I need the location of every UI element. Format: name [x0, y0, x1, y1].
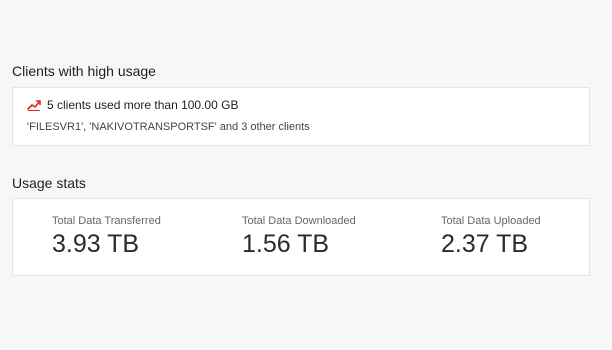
stat-total-downloaded: Total Data Downloaded 1.56 TB [242, 215, 356, 259]
stat-value: 2.37 TB [441, 230, 529, 258]
high-usage-title: Clients with high usage [12, 63, 156, 79]
stat-total-uploaded: Total Data Uploaded 2.37 TB [441, 215, 541, 259]
usage-stats-title: Usage stats [12, 175, 86, 191]
stat-label: Total Data Transferred [52, 215, 161, 227]
high-usage-alert[interactable]: 5 clients used more than 100.00 GB [27, 98, 238, 112]
stat-value: 1.56 TB [242, 230, 330, 258]
stat-label: Total Data Downloaded [242, 215, 356, 227]
high-usage-panel: 5 clients used more than 100.00 GB 'FILE… [12, 87, 590, 146]
stat-label: Total Data Uploaded [441, 215, 541, 227]
usage-stats-panel: Total Data Transferred 3.93 TB Total Dat… [12, 198, 590, 276]
stat-value: 3.93 TB [52, 230, 140, 258]
stat-total-transferred: Total Data Transferred 3.93 TB [52, 215, 161, 259]
high-usage-client-list: 'FILESVR1', 'NAKIVOTRANSPORTSF' and 3 ot… [27, 121, 310, 133]
trending-up-icon [27, 99, 41, 111]
high-usage-alert-text: 5 clients used more than 100.00 GB [47, 98, 239, 112]
